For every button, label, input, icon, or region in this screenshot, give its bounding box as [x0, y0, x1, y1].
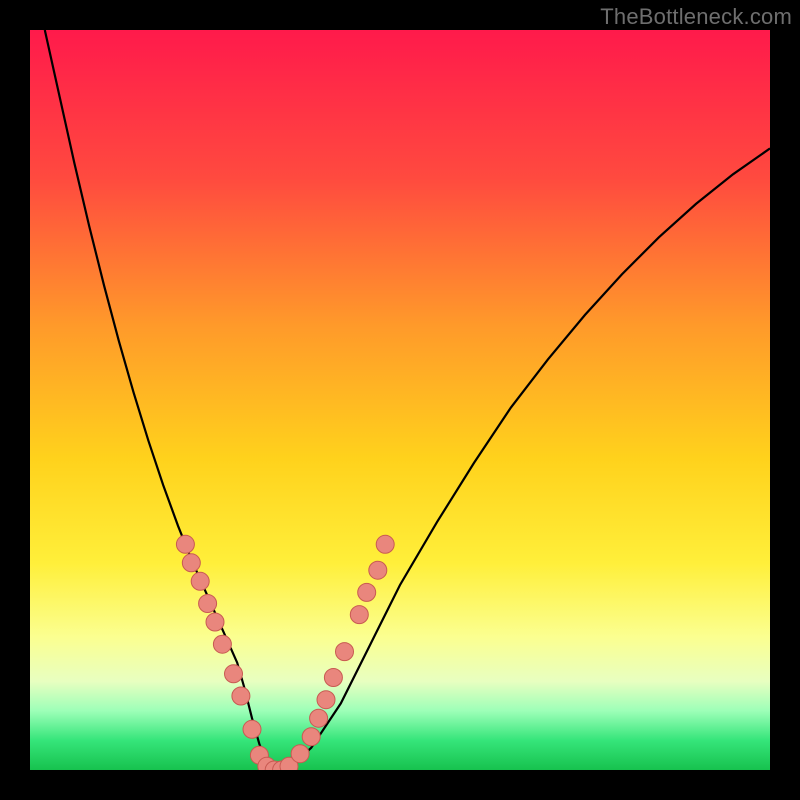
data-marker [358, 583, 376, 601]
data-marker [182, 554, 200, 572]
data-marker [291, 745, 309, 763]
data-marker [199, 595, 217, 613]
chart-frame [30, 30, 770, 770]
gradient-bg [30, 30, 770, 770]
data-marker [191, 572, 209, 590]
data-marker [232, 687, 250, 705]
data-marker [213, 635, 231, 653]
data-marker [369, 561, 387, 579]
data-marker [206, 613, 224, 631]
data-marker [317, 691, 335, 709]
data-marker [176, 535, 194, 553]
bottleneck-chart [30, 30, 770, 770]
data-marker [336, 643, 354, 661]
data-marker [350, 606, 368, 624]
data-marker [376, 535, 394, 553]
data-marker [324, 669, 342, 687]
data-marker [302, 728, 320, 746]
data-marker [310, 709, 328, 727]
data-marker [243, 720, 261, 738]
watermark-text: TheBottleneck.com [600, 4, 792, 30]
data-marker [225, 665, 243, 683]
